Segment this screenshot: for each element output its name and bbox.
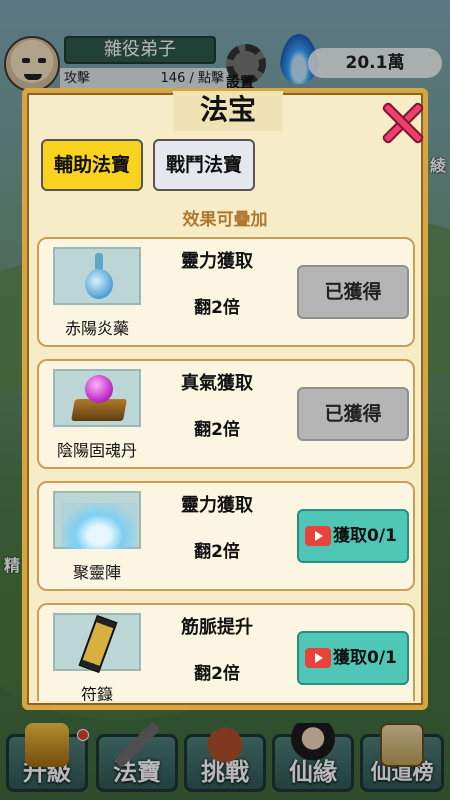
treasure-dialog: 法宝 輔助法寶 戰鬥法寶 效果可疊加 赤陽炎藥 靈力獲取 翻2倍 已獲得 陰陽固… <box>22 88 428 710</box>
list-item: 符籙 筋脈提升 翻2倍 獲取0/1 <box>37 603 415 701</box>
item-effect: 真氣獲取 <box>181 373 253 394</box>
item-name: 陰陽固魂丹 <box>56 441 137 460</box>
item-multiplier: 翻2倍 <box>194 420 240 440</box>
item-multiplier: 翻2倍 <box>194 298 240 318</box>
list-item: 聚靈陣 靈力獲取 翻2倍 獲取0/1 <box>37 481 415 591</box>
item-effect: 靈力獲取 <box>181 495 253 516</box>
watch-ad-get-button[interactable]: 獲取0/1 <box>297 509 409 563</box>
item-name: 符籙 <box>80 685 113 701</box>
item-image-frame <box>53 613 141 674</box>
item-image-frame <box>53 247 141 305</box>
aura-icon <box>61 503 137 549</box>
item-effect: 靈力獲取 <box>181 251 253 272</box>
list-item: 陰陽固魂丹 真氣獲取 翻2倍 已獲得 <box>37 359 415 469</box>
owned-button[interactable]: 已獲得 <box>297 387 409 441</box>
item-multiplier: 翻2倍 <box>194 664 240 684</box>
item-image-frame <box>53 369 141 427</box>
video-icon <box>305 526 331 546</box>
list-item: 赤陽炎藥 靈力獲取 翻2倍 已獲得 <box>37 237 415 347</box>
get-button-label: 獲取0/1 <box>333 648 397 668</box>
talisman-icon <box>78 614 118 674</box>
watch-ad-get-button[interactable]: 獲取0/1 <box>297 631 409 685</box>
close-icon[interactable] <box>379 99 425 145</box>
tab-support-treasure[interactable]: 輔助法寶 <box>41 139 143 191</box>
video-icon <box>305 648 331 668</box>
tab-battle-treasure[interactable]: 戰鬥法寶 <box>153 139 255 191</box>
orb-icon <box>69 375 129 425</box>
item-image-frame <box>53 491 141 549</box>
item-name: 赤陽炎藥 <box>64 319 129 338</box>
item-effect: 筋脈提升 <box>181 617 253 638</box>
dialog-title-plate: 法宝 <box>173 91 283 131</box>
treasure-list[interactable]: 赤陽炎藥 靈力獲取 翻2倍 已獲得 陰陽固魂丹 真氣獲取 翻2倍 已獲得 聚靈陣… <box>37 237 415 701</box>
owned-button[interactable]: 已獲得 <box>297 265 409 319</box>
get-button-label: 獲取0/1 <box>333 526 397 546</box>
potion-icon <box>85 253 113 301</box>
item-name: 聚靈陣 <box>72 563 121 582</box>
item-multiplier: 翻2倍 <box>194 542 240 562</box>
stacking-note: 效果可疊加 <box>182 210 268 230</box>
dialog-title: 法宝 <box>199 93 256 126</box>
